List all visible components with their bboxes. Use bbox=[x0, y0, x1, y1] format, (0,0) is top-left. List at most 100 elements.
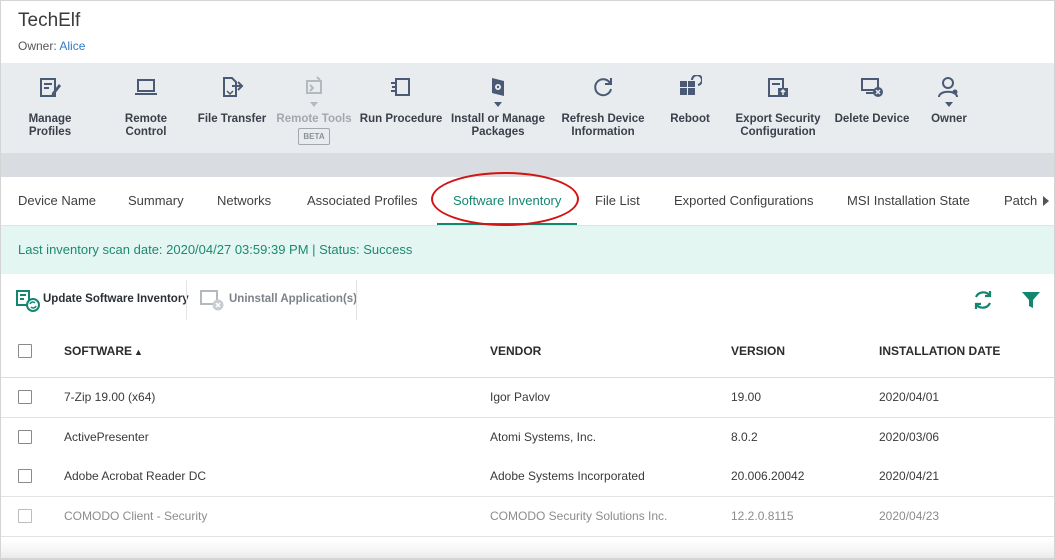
installation-date: 2020/04/23 bbox=[879, 509, 940, 523]
tab-file-list[interactable]: File List bbox=[595, 177, 640, 225]
toolbar-divider bbox=[1, 153, 1054, 177]
owner-button-label: Owner bbox=[931, 113, 967, 125]
column-software[interactable]: SOFTWARE ▲ bbox=[64, 325, 143, 377]
filter-icon[interactable] bbox=[1020, 289, 1042, 311]
remote-tools-button[interactable]: Remote Tools BETA bbox=[273, 63, 355, 153]
manage-profiles-icon bbox=[40, 78, 61, 97]
vendor-name: Atomi Systems, Inc. bbox=[490, 430, 597, 444]
screenshot-torn-edge bbox=[1, 539, 1054, 558]
device-toolbar: Manage Profiles Remote Control File Tran… bbox=[1, 63, 1054, 153]
tab-software-inventory[interactable]: Software Inventory bbox=[437, 177, 578, 225]
remote-tools-icon bbox=[306, 76, 322, 94]
device-title: TechElf bbox=[18, 10, 81, 31]
delete-device-button[interactable]: Delete Device bbox=[831, 63, 913, 153]
delete-device-label: Delete Device bbox=[834, 113, 910, 125]
software-version: 19.00 bbox=[731, 390, 762, 404]
run-procedure-icon bbox=[391, 78, 410, 96]
file-transfer-label: File Transfer bbox=[197, 113, 267, 125]
inventory-status-bar: Last inventory scan date: 2020/04/27 03:… bbox=[1, 226, 1054, 274]
column-version[interactable]: VERSION bbox=[731, 325, 785, 377]
owner-button[interactable]: Owner bbox=[919, 63, 979, 153]
tab-device-name[interactable]: Device Name bbox=[18, 177, 96, 225]
owner-caret-icon bbox=[945, 102, 953, 107]
install-packages-button[interactable]: Install or Manage Packages bbox=[447, 63, 549, 153]
table-row[interactable]: Adobe Acrobat Reader DC Adobe Systems In… bbox=[1, 457, 1054, 497]
action-separator bbox=[186, 280, 187, 320]
export-security-label: Export Security Configuration bbox=[731, 113, 825, 139]
reboot-button[interactable]: Reboot bbox=[657, 63, 723, 153]
table-row[interactable]: ActivePresenter Atomi Systems, Inc. 8.0.… bbox=[1, 418, 1054, 458]
software-name: Adobe Acrobat Reader DC bbox=[64, 469, 207, 483]
install-packages-line1: Install or Manage bbox=[451, 113, 545, 125]
tab-summary[interactable]: Summary bbox=[128, 177, 184, 225]
column-vendor[interactable]: VENDOR bbox=[490, 325, 541, 377]
software-version: 8.0.2 bbox=[731, 430, 758, 444]
chevron-right-icon bbox=[1043, 196, 1049, 206]
device-tabs: Device Name Summary Networks Associated … bbox=[1, 177, 1054, 226]
vendor-name: Adobe Systems Incorporated bbox=[490, 469, 645, 483]
software-version: 12.2.0.8115 bbox=[731, 509, 794, 523]
refresh-device-label: Refresh Device Information bbox=[557, 113, 649, 139]
tab-exported-configurations[interactable]: Exported Configurations bbox=[674, 177, 813, 225]
delete-device-icon bbox=[861, 78, 883, 97]
tab-networks[interactable]: Networks bbox=[217, 177, 271, 225]
manage-profiles-button[interactable]: Manage Profiles bbox=[7, 63, 93, 153]
row-checkbox[interactable] bbox=[18, 469, 32, 483]
table-row[interactable]: COMODO Client - Security COMODO Security… bbox=[1, 497, 1054, 537]
sort-ascending-icon: ▲ bbox=[134, 347, 143, 357]
inventory-actions: Update Software Inventory Uninstall Appl… bbox=[1, 274, 1054, 325]
remote-control-label: Remote Control bbox=[124, 113, 168, 138]
row-checkbox[interactable] bbox=[18, 390, 32, 404]
update-software-inventory-button[interactable]: Update Software Inventory bbox=[14, 274, 189, 325]
file-transfer-icon bbox=[223, 77, 244, 97]
device-details-window: TechElf Owner: Alice Manage Profiles Rem… bbox=[0, 0, 1055, 559]
tabs-scroll-right-button[interactable] bbox=[1039, 177, 1054, 225]
device-owner: Owner: Alice bbox=[18, 39, 85, 53]
tab-patch[interactable]: Patch bbox=[1004, 177, 1037, 225]
install-packages-line2: Packages bbox=[471, 126, 525, 138]
software-name: ActivePresenter bbox=[64, 430, 149, 444]
vendor-name: Igor Pavlov bbox=[490, 390, 551, 404]
export-security-line1: Export Security bbox=[735, 113, 821, 125]
remote-tools-label: Remote Tools BETA bbox=[273, 113, 355, 145]
remote-tools-text: Remote Tools bbox=[276, 113, 352, 125]
software-name: COMODO Client - Security bbox=[64, 509, 208, 523]
file-transfer-button[interactable]: File Transfer bbox=[193, 63, 271, 153]
export-security-button[interactable]: Export Security Configuration bbox=[731, 63, 825, 153]
remote-tools-caret-icon bbox=[310, 102, 318, 107]
select-all-checkbox[interactable] bbox=[18, 344, 32, 358]
install-packages-label: Install or Manage Packages bbox=[447, 113, 549, 139]
owner-link[interactable]: Alice bbox=[59, 39, 85, 53]
table-row[interactable]: 7-Zip 19.00 (x64) Igor Pavlov 19.00 2020… bbox=[1, 378, 1054, 418]
refresh-device-line1: Refresh Device bbox=[561, 113, 645, 125]
refresh-list-icon[interactable] bbox=[972, 289, 994, 311]
row-checkbox[interactable] bbox=[18, 430, 32, 444]
table-header: SOFTWARE ▲ VENDOR VERSION INSTALLATION DA… bbox=[1, 325, 1054, 378]
column-software-label: SOFTWARE bbox=[64, 344, 132, 358]
update-inventory-icon bbox=[16, 290, 40, 312]
uninstall-applications-button[interactable]: Uninstall Application(s) bbox=[199, 274, 357, 325]
tab-associated-profiles[interactable]: Associated Profiles bbox=[307, 177, 418, 225]
install-packages-caret-icon bbox=[494, 102, 502, 107]
remote-control-button[interactable]: Remote Control bbox=[103, 63, 189, 153]
run-procedure-label: Run Procedure bbox=[359, 113, 443, 125]
installation-date: 2020/04/01 bbox=[879, 390, 940, 404]
refresh-icon bbox=[594, 78, 612, 97]
row-checkbox[interactable] bbox=[18, 509, 32, 523]
export-security-line2: Configuration bbox=[740, 126, 816, 138]
column-installation-date[interactable]: INSTALLATION DATE bbox=[879, 325, 1000, 377]
uninstall-icon bbox=[200, 290, 224, 311]
installation-date: 2020/04/21 bbox=[879, 469, 940, 483]
uninstall-applications-label: Uninstall Application(s) bbox=[229, 293, 357, 305]
manage-profiles-label: Manage Profiles bbox=[28, 113, 72, 138]
owner-label: Owner: bbox=[18, 39, 57, 53]
tab-msi-installation-state[interactable]: MSI Installation State bbox=[847, 177, 970, 225]
action-separator bbox=[356, 280, 357, 320]
device-header: TechElf Owner: Alice bbox=[1, 1, 1054, 63]
beta-badge: BETA bbox=[298, 128, 330, 145]
run-procedure-button[interactable]: Run Procedure bbox=[359, 63, 443, 153]
refresh-device-button[interactable]: Refresh Device Information bbox=[557, 63, 649, 153]
software-version: 20.006.20042 bbox=[731, 469, 805, 483]
update-software-inventory-label: Update Software Inventory bbox=[43, 293, 189, 305]
installation-date: 2020/03/06 bbox=[879, 430, 940, 444]
